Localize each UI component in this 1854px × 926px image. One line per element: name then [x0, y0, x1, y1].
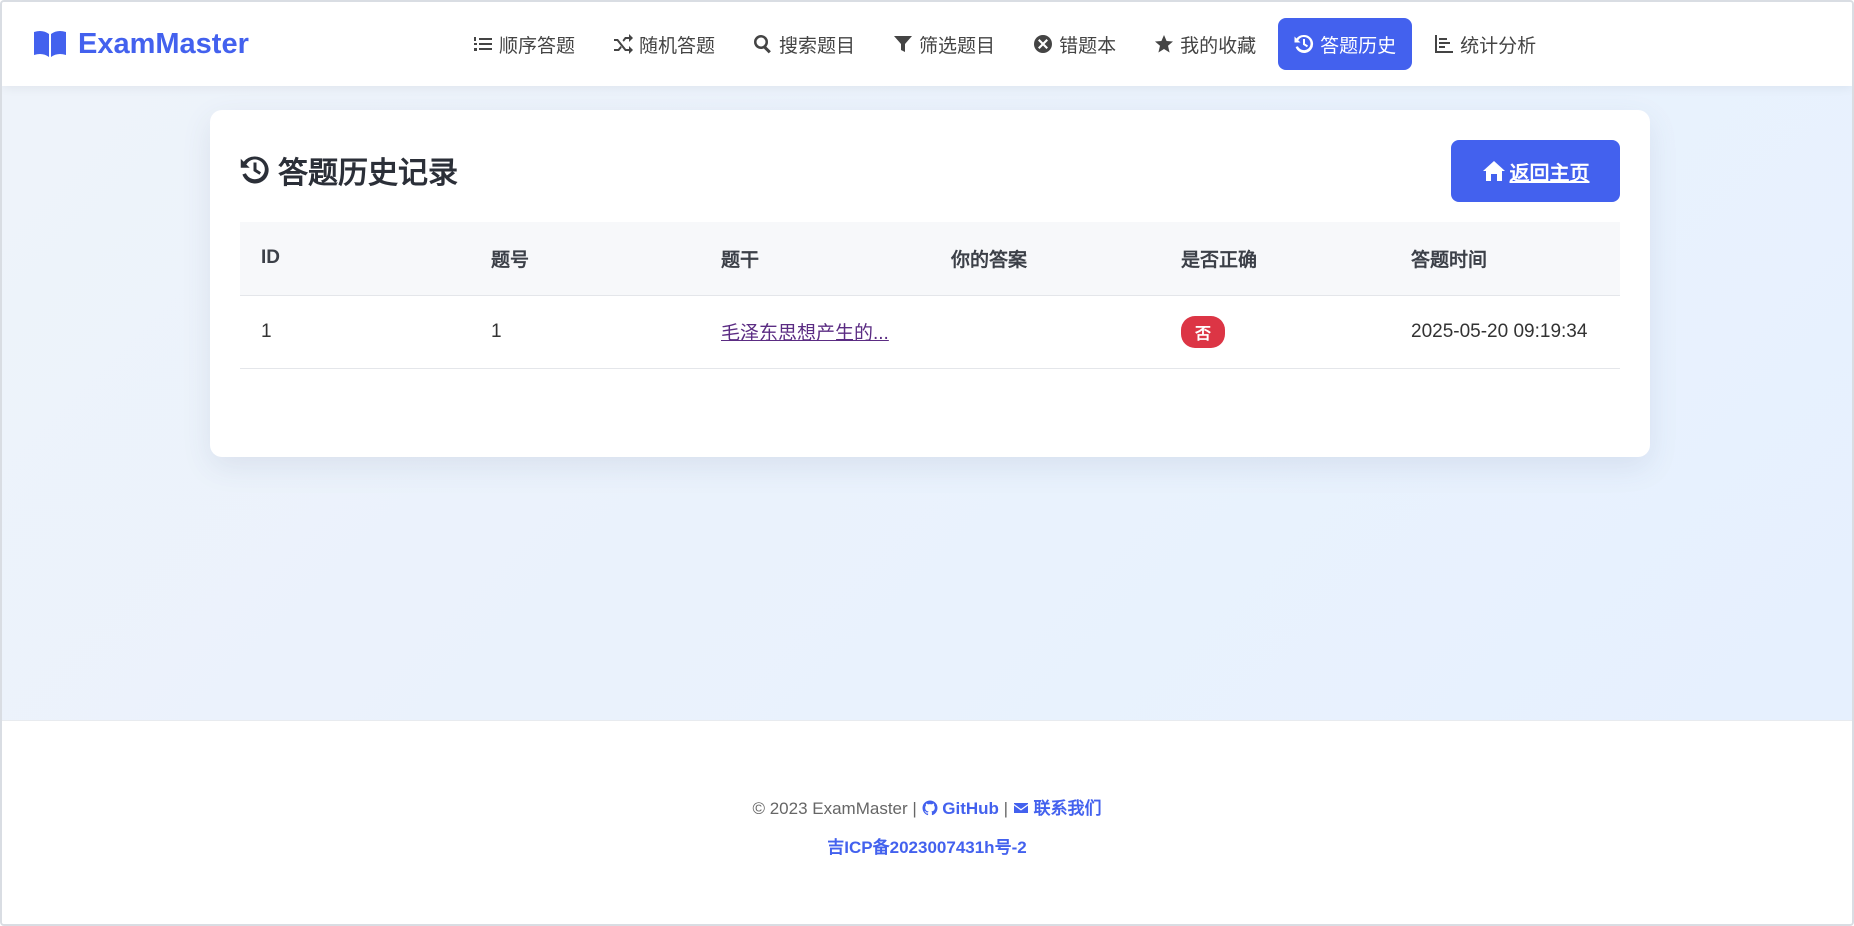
- nav-label: 随机答题: [639, 35, 716, 57]
- nav-item-random[interactable]: 随机答题: [597, 18, 731, 70]
- nav-item-sequential[interactable]: 顺序答题: [457, 18, 591, 70]
- search-icon: [754, 35, 771, 54]
- cell-id: 1: [240, 295, 470, 369]
- footer-separator: |: [1003, 799, 1009, 818]
- nav-label: 答题历史: [1320, 35, 1397, 57]
- nav-label: 筛选题目: [919, 35, 996, 57]
- home-button-label: 返回主页: [1509, 162, 1590, 185]
- brand-logo[interactable]: ExamMaster: [32, 24, 249, 64]
- footer-links: © 2023 ExamMaster | GitHub | 联系我们: [2, 794, 1852, 819]
- filter-icon: [894, 36, 913, 52]
- copyright-text: © 2023 ExamMaster |: [752, 799, 917, 818]
- page-footer: © 2023 ExamMaster | GitHub | 联系我们 吉ICP备2…: [2, 720, 1852, 924]
- github-icon: [922, 800, 938, 816]
- page-title-text: 答题历史记录: [278, 157, 458, 190]
- github-label: GitHub: [942, 799, 999, 818]
- nav-item-history[interactable]: 答题历史: [1278, 18, 1413, 70]
- nav-item-statistics[interactable]: 统计分析: [1418, 18, 1552, 70]
- column-header-correct: 是否正确: [1160, 222, 1390, 296]
- nav-label: 搜索题目: [779, 35, 856, 57]
- column-header-question: 题干: [700, 222, 930, 296]
- table-header-row: ID 题号 题干 你的答案 是否正确 答题时间: [240, 222, 1620, 296]
- nav-item-favorites[interactable]: 我的收藏: [1138, 18, 1272, 70]
- column-header-answer: 你的答案: [930, 222, 1160, 296]
- nav-item-search[interactable]: 搜索题目: [737, 18, 871, 70]
- cell-question: 毛泽东思想产生的...: [700, 295, 930, 369]
- status-badge: 否: [1181, 315, 1226, 348]
- cell-time: 2025-05-20 09:19:34: [1390, 295, 1620, 369]
- app-window: ExamMaster 顺序答题 随机答题 搜索题目 筛选题目 错题本 我的收藏 …: [0, 0, 1854, 926]
- table-row: 1 1 毛泽东思想产生的... 否 2025-05-20 09:19:34: [240, 295, 1620, 369]
- main-content: 答题历史记录 返回主页 ID 题号 题干 你的答案 是否正确 答题时间 1 1 …: [2, 86, 1852, 720]
- history-table: ID 题号 题干 你的答案 是否正确 答题时间 1 1 毛泽东思想产生的...: [240, 222, 1620, 369]
- contact-link[interactable]: 联系我们: [1013, 799, 1102, 818]
- star-icon: [1155, 35, 1174, 53]
- shuffle-icon: [614, 34, 634, 54]
- contact-label: 联系我们: [1033, 799, 1102, 818]
- top-navbar: ExamMaster 顺序答题 随机答题 搜索题目 筛选题目 错题本 我的收藏 …: [2, 2, 1852, 86]
- nav-label: 统计分析: [1460, 35, 1537, 57]
- home-icon: [1482, 161, 1505, 181]
- question-link[interactable]: 毛泽东思想产生的...: [721, 323, 889, 344]
- nav-item-filter[interactable]: 筛选题目: [877, 18, 1011, 70]
- nav-label: 顺序答题: [499, 35, 576, 57]
- cell-answer: [930, 295, 1160, 369]
- history-icon: [240, 156, 269, 184]
- list-ol-icon: [474, 37, 492, 51]
- main-nav: 顺序答题 随机答题 搜索题目 筛选题目 错题本 我的收藏 答题历史 统计分析: [457, 18, 1552, 70]
- envelope-icon: [1013, 803, 1028, 813]
- column-header-id: ID: [240, 222, 470, 296]
- github-link[interactable]: GitHub: [922, 799, 1004, 818]
- x-circle-icon: [1034, 35, 1053, 53]
- nav-label: 我的收藏: [1180, 35, 1257, 57]
- history-card: 答题历史记录 返回主页 ID 题号 题干 你的答案 是否正确 答题时间 1 1 …: [210, 110, 1650, 457]
- cell-correct: 否: [1160, 295, 1390, 369]
- page-title: 答题历史记录: [240, 148, 458, 192]
- nav-item-wrong-book[interactable]: 错题本: [1017, 18, 1132, 70]
- icp-link[interactable]: 吉ICP备2023007431h号-2: [2, 833, 1852, 858]
- book-open-icon: [34, 30, 66, 57]
- chart-bar-icon: [1435, 35, 1454, 53]
- nav-label: 错题本: [1059, 35, 1117, 57]
- cell-number: 1: [470, 295, 700, 369]
- brand-name: ExamMaster: [78, 27, 249, 60]
- history-icon: [1294, 34, 1314, 53]
- column-header-time: 答题时间: [1390, 222, 1620, 296]
- home-button[interactable]: 返回主页: [1451, 140, 1620, 202]
- column-header-number: 题号: [470, 222, 700, 296]
